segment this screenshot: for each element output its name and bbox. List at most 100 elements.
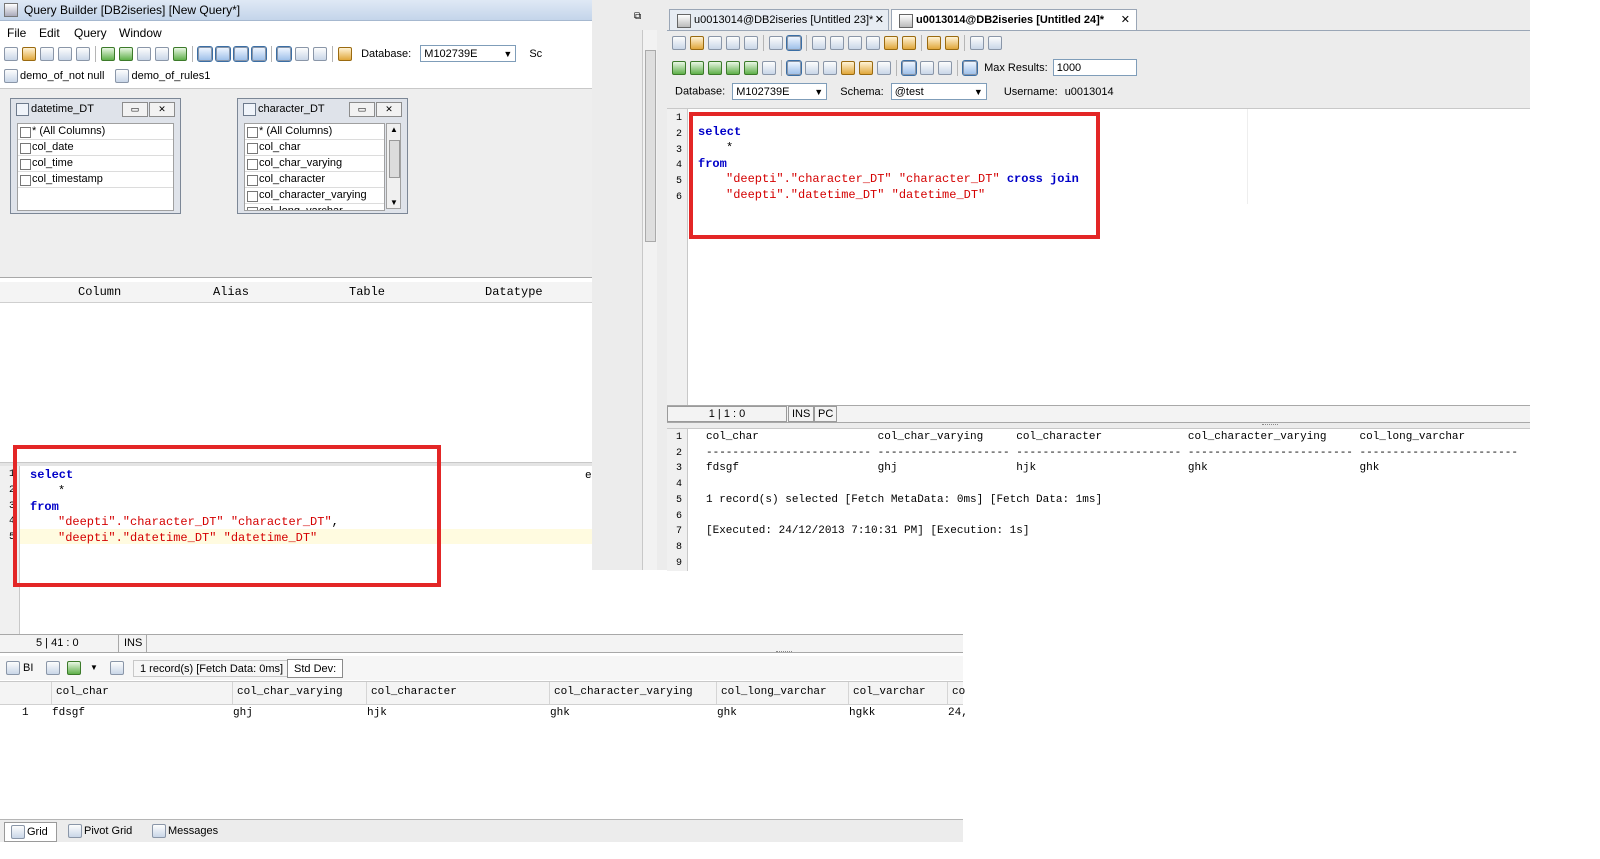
- save-results-icon[interactable]: [67, 661, 81, 675]
- select-icon[interactable]: [812, 36, 826, 50]
- menu-window[interactable]: Window: [119, 26, 162, 40]
- save-icon[interactable]: [708, 36, 722, 50]
- left-pane-scrollbar[interactable]: [642, 30, 657, 570]
- redo-icon[interactable]: [902, 36, 916, 50]
- table-cell[interactable]: ghk: [717, 707, 737, 719]
- column-item[interactable]: col_character: [245, 172, 384, 188]
- column-list-scrollbar[interactable]: ▲ ▼: [386, 123, 401, 209]
- close-icon[interactable]: ✕: [376, 102, 402, 117]
- grid-header-alias[interactable]: Alias: [213, 285, 249, 299]
- results-in-text-icon[interactable]: [920, 60, 934, 75]
- max-results-input[interactable]: 1000: [1052, 59, 1137, 76]
- table-box-character[interactable]: character_DT ▭ ✕ * (All Columns) col_cha…: [237, 98, 408, 214]
- page-setup-icon[interactable]: [786, 35, 802, 51]
- bi-icon[interactable]: [6, 661, 20, 675]
- column-item[interactable]: * (All Columns): [245, 124, 384, 140]
- new-icon[interactable]: [672, 36, 686, 50]
- table-cell[interactable]: 24,: [948, 707, 968, 719]
- menu-query[interactable]: Query: [74, 26, 107, 40]
- execute-explain-icon[interactable]: [726, 60, 740, 75]
- column-header[interactable]: co: [952, 686, 965, 698]
- qb-database-select[interactable]: M102739E ▼: [420, 45, 517, 62]
- minimize-icon[interactable]: ▭: [349, 102, 375, 117]
- new-icon[interactable]: [4, 46, 18, 61]
- table-cell[interactable]: ghj: [233, 707, 253, 719]
- copy-icon[interactable]: [848, 36, 862, 50]
- auto-join-icon[interactable]: [276, 45, 292, 62]
- column-item[interactable]: col_time: [18, 156, 173, 172]
- table-cell[interactable]: hjk: [367, 707, 387, 719]
- grid-header-column[interactable]: Column: [78, 285, 121, 299]
- execute-current-icon[interactable]: [708, 60, 722, 75]
- layout-3-icon[interactable]: [233, 45, 249, 62]
- minimize-icon[interactable]: ▭: [122, 102, 148, 117]
- restore-button[interactable]: ⧉: [634, 11, 648, 22]
- auto-commit-icon[interactable]: [786, 59, 802, 76]
- column-header[interactable]: col_long_varchar: [721, 686, 827, 698]
- compare-icon[interactable]: [988, 36, 1002, 50]
- schema-icon[interactable]: [877, 60, 891, 75]
- open-icon[interactable]: [690, 36, 704, 50]
- layout-2-icon[interactable]: [215, 45, 231, 62]
- split-view-icon[interactable]: [962, 59, 978, 76]
- cut-icon[interactable]: [830, 36, 844, 50]
- ed-database-select[interactable]: M102739E ▼: [732, 83, 828, 100]
- tab-untitled-23[interactable]: u0013014@DB2iseries [Untitled 23]* ✕: [669, 9, 889, 30]
- layout-1-icon[interactable]: [197, 45, 213, 62]
- table-row[interactable]: 1 fdsgf ghj hjk ghk ghk hgkk 24,: [0, 705, 968, 721]
- stop-icon[interactable]: [137, 46, 151, 61]
- save-as-icon[interactable]: [58, 46, 72, 61]
- scroll-down-icon[interactable]: ▼: [390, 198, 398, 207]
- tab-pivot-grid[interactable]: Pivot Grid: [62, 822, 140, 840]
- chevron-down-icon[interactable]: ▼: [90, 663, 98, 672]
- quick-tab-2[interactable]: demo_of_rules1: [131, 70, 210, 82]
- copy-sql-icon[interactable]: [76, 46, 90, 61]
- column-item[interactable]: col_long_varchar: [245, 204, 384, 210]
- close-icon[interactable]: ✕: [149, 102, 175, 117]
- table-box-datetime[interactable]: datetime_DT ▭ ✕ * (All Columns) col_date…: [10, 98, 181, 214]
- close-icon[interactable]: ✕: [1121, 10, 1130, 31]
- scroll-thumb[interactable]: [645, 50, 656, 242]
- column-item[interactable]: col_character_varying: [245, 188, 384, 204]
- schema-select[interactable]: @test ▼: [890, 83, 987, 100]
- connect-icon[interactable]: [338, 46, 352, 61]
- open-icon[interactable]: [22, 46, 36, 61]
- table-cell[interactable]: fdsgf: [52, 707, 85, 719]
- grid-header-datatype[interactable]: Datatype: [485, 285, 543, 299]
- close-icon[interactable]: ✕: [875, 10, 884, 31]
- stop-icon[interactable]: [762, 60, 776, 75]
- save-icon[interactable]: [40, 46, 54, 61]
- refresh-icon[interactable]: [173, 46, 187, 61]
- commit-icon[interactable]: [805, 60, 819, 75]
- tab-grid[interactable]: Grid: [4, 822, 57, 842]
- menu-edit[interactable]: Edit: [39, 26, 60, 40]
- tab-untitled-24[interactable]: u0013014@DB2iseries [Untitled 24]* ✕: [891, 9, 1137, 30]
- bookmark-icon[interactable]: [927, 36, 941, 50]
- bi-label[interactable]: BI: [23, 662, 33, 674]
- export-icon[interactable]: [46, 661, 60, 675]
- column-header[interactable]: col_char: [56, 686, 109, 698]
- column-item[interactable]: col_char_varying: [245, 156, 384, 172]
- save-all-icon[interactable]: [726, 36, 740, 50]
- scroll-up-icon[interactable]: ▲: [390, 125, 398, 134]
- find-icon[interactable]: [945, 36, 959, 50]
- execute-selection-icon[interactable]: [744, 60, 758, 75]
- table-cell[interactable]: ghk: [550, 707, 570, 719]
- column-item[interactable]: col_timestamp: [18, 172, 173, 188]
- column-header[interactable]: col_character: [371, 686, 457, 698]
- execute-icon[interactable]: [101, 46, 115, 61]
- paste-icon[interactable]: [866, 36, 880, 50]
- rollback-icon[interactable]: [823, 60, 837, 75]
- undo-icon[interactable]: [884, 36, 898, 50]
- quick-tab-1[interactable]: demo_of_not null: [20, 70, 104, 82]
- format-icon[interactable]: [155, 46, 169, 61]
- menu-file[interactable]: File: [7, 26, 26, 40]
- column-item[interactable]: col_char: [245, 140, 384, 156]
- save-as-icon[interactable]: [744, 36, 758, 50]
- history-icon[interactable]: [841, 60, 855, 75]
- column-header[interactable]: col_varchar: [853, 686, 926, 698]
- std-dev-button[interactable]: Std Dev:: [287, 659, 344, 678]
- execute-icon[interactable]: [690, 60, 704, 75]
- column-header[interactable]: col_character_varying: [554, 686, 693, 698]
- print-icon[interactable]: [769, 36, 783, 50]
